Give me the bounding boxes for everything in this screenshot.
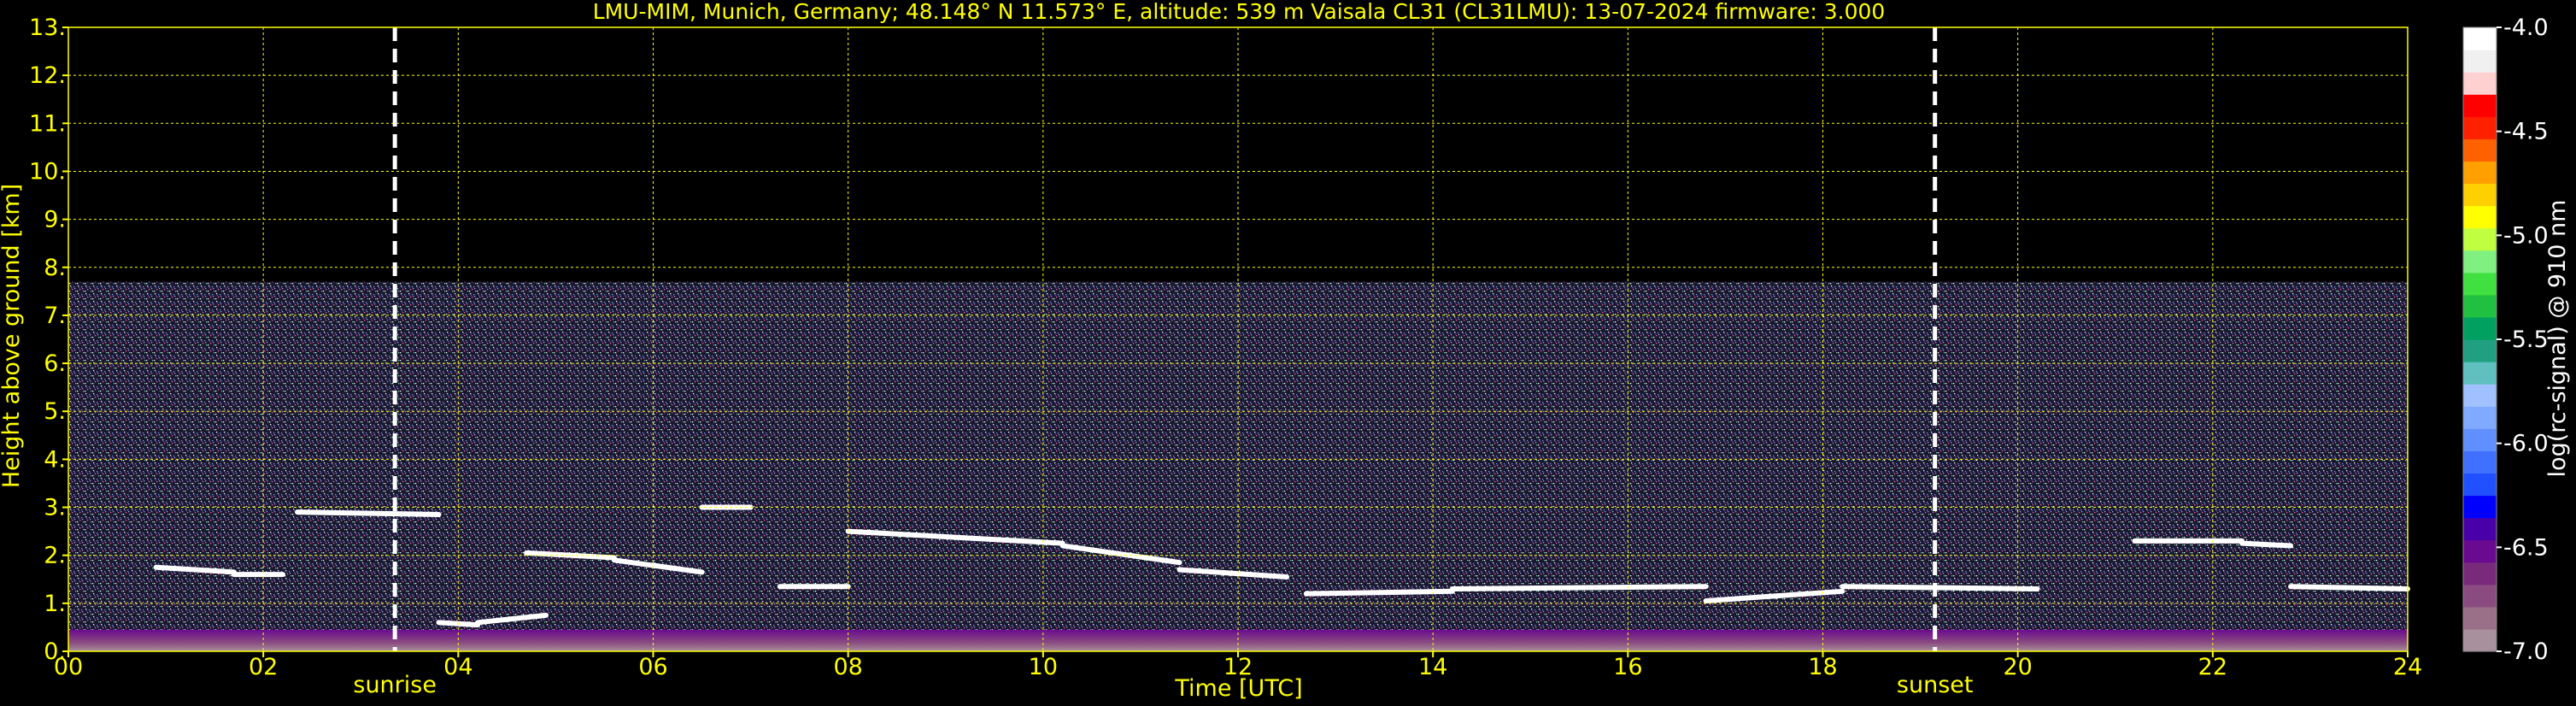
y-tick-label: 13. <box>29 15 66 41</box>
event-label: sunset <box>1897 672 1974 698</box>
event-label: sunrise <box>353 672 437 698</box>
colorbar-swatch <box>2463 294 2497 318</box>
colorbar-swatch <box>2463 116 2497 139</box>
y-tick-label: 0. <box>44 638 66 665</box>
colorbar-swatch <box>2463 27 2497 50</box>
colorbar-swatch <box>2463 362 2497 385</box>
colorbar-label: log(rc-signal) @ 910 nm <box>2544 200 2571 478</box>
cloud-layer <box>2239 540 2294 549</box>
colorbar-swatch <box>2463 94 2497 117</box>
colorbar-swatch <box>2463 495 2497 519</box>
colorbar-tick-label: -6.0 <box>2503 431 2549 457</box>
colorbar-swatch <box>2463 406 2497 429</box>
colorbar-swatch <box>2463 517 2497 541</box>
colorbar-swatch <box>2463 628 2497 652</box>
y-tick-label: 5. <box>44 398 66 425</box>
colorbar-tick-label: -4.5 <box>2503 119 2549 145</box>
y-tick-label: 7. <box>44 303 66 329</box>
cloud-layer <box>1449 584 1709 591</box>
colorbar-tick-label: -5.0 <box>2503 222 2549 249</box>
colorbar-swatch <box>2463 50 2497 73</box>
y-tick-label: 12. <box>29 62 66 89</box>
cloud-layer <box>1840 584 2040 591</box>
colorbar-swatch <box>2463 450 2497 474</box>
y-tick-label: 2. <box>44 543 66 569</box>
colorbar-swatch <box>2463 339 2497 362</box>
x-tick-label: 14 <box>1418 654 1447 680</box>
y-tick-label: 8. <box>44 255 66 281</box>
y-tick-label: 1. <box>44 591 66 617</box>
y-tick-label: 11. <box>29 110 66 137</box>
ceilometer-chart: sunrise sunset 00 02 04 06 08 10 12 14 16 18 20 22 24… <box>0 0 2576 706</box>
colorbar-swatch <box>2463 539 2497 563</box>
x-tick-label: 22 <box>2198 654 2227 680</box>
colorbar-swatch <box>2463 316 2497 340</box>
colorbar-swatch <box>2463 161 2497 185</box>
colorbar-swatch <box>2463 250 2497 274</box>
x-axis-label: Time [UTC] <box>1174 675 1302 702</box>
colorbar-tick-label: -4.0 <box>2503 15 2549 41</box>
x-tick-label: 10 <box>1029 654 1058 680</box>
colorbar-tick-label: -5.5 <box>2503 327 2549 353</box>
chart-title: LMU-MIM, Munich, Germany; 48.148° N 11.5… <box>593 0 1886 24</box>
colorbar-swatch <box>2463 562 2497 585</box>
colorbar-swatch <box>2463 584 2497 608</box>
colorbar-swatch <box>2463 227 2497 251</box>
colorbar-swatch <box>2463 473 2497 497</box>
y-tick-label: 10. <box>29 158 66 185</box>
y-tick-label: 4. <box>44 446 66 473</box>
colorbar-swatch <box>2463 72 2497 95</box>
y-tick-label: 9. <box>44 207 66 233</box>
x-tick-label: 02 <box>249 654 278 680</box>
colorbar-swatch <box>2463 138 2497 162</box>
x-tick-label: 16 <box>1613 654 1642 680</box>
cloud-layer <box>295 509 442 517</box>
colorbar-swatch <box>2463 606 2497 630</box>
x-tick-label: 04 <box>443 654 472 680</box>
x-tick-label: 20 <box>2003 654 2032 680</box>
colorbar-swatch <box>2463 205 2497 229</box>
y-tick-label: 6. <box>44 350 66 377</box>
cloud-layer <box>2288 584 2410 591</box>
x-tick-label: 24 <box>2393 654 2422 680</box>
colorbar-swatch <box>2463 272 2497 296</box>
x-tick-label: 06 <box>638 654 667 680</box>
x-tick-label: 08 <box>833 654 862 680</box>
colorbar-swatch <box>2463 183 2497 207</box>
y-tick-label: 3. <box>44 495 66 521</box>
y-axis-label: Height above ground [km] <box>0 184 25 488</box>
colorbar-swatch <box>2463 428 2497 451</box>
colorbar-swatch <box>2463 384 2497 407</box>
x-tick-label: 18 <box>1808 654 1837 680</box>
cloud-layer <box>1303 588 1455 597</box>
colorbar-tick-label: -6.5 <box>2503 534 2549 561</box>
colorbar-tick-label: -7.0 <box>2503 638 2549 665</box>
